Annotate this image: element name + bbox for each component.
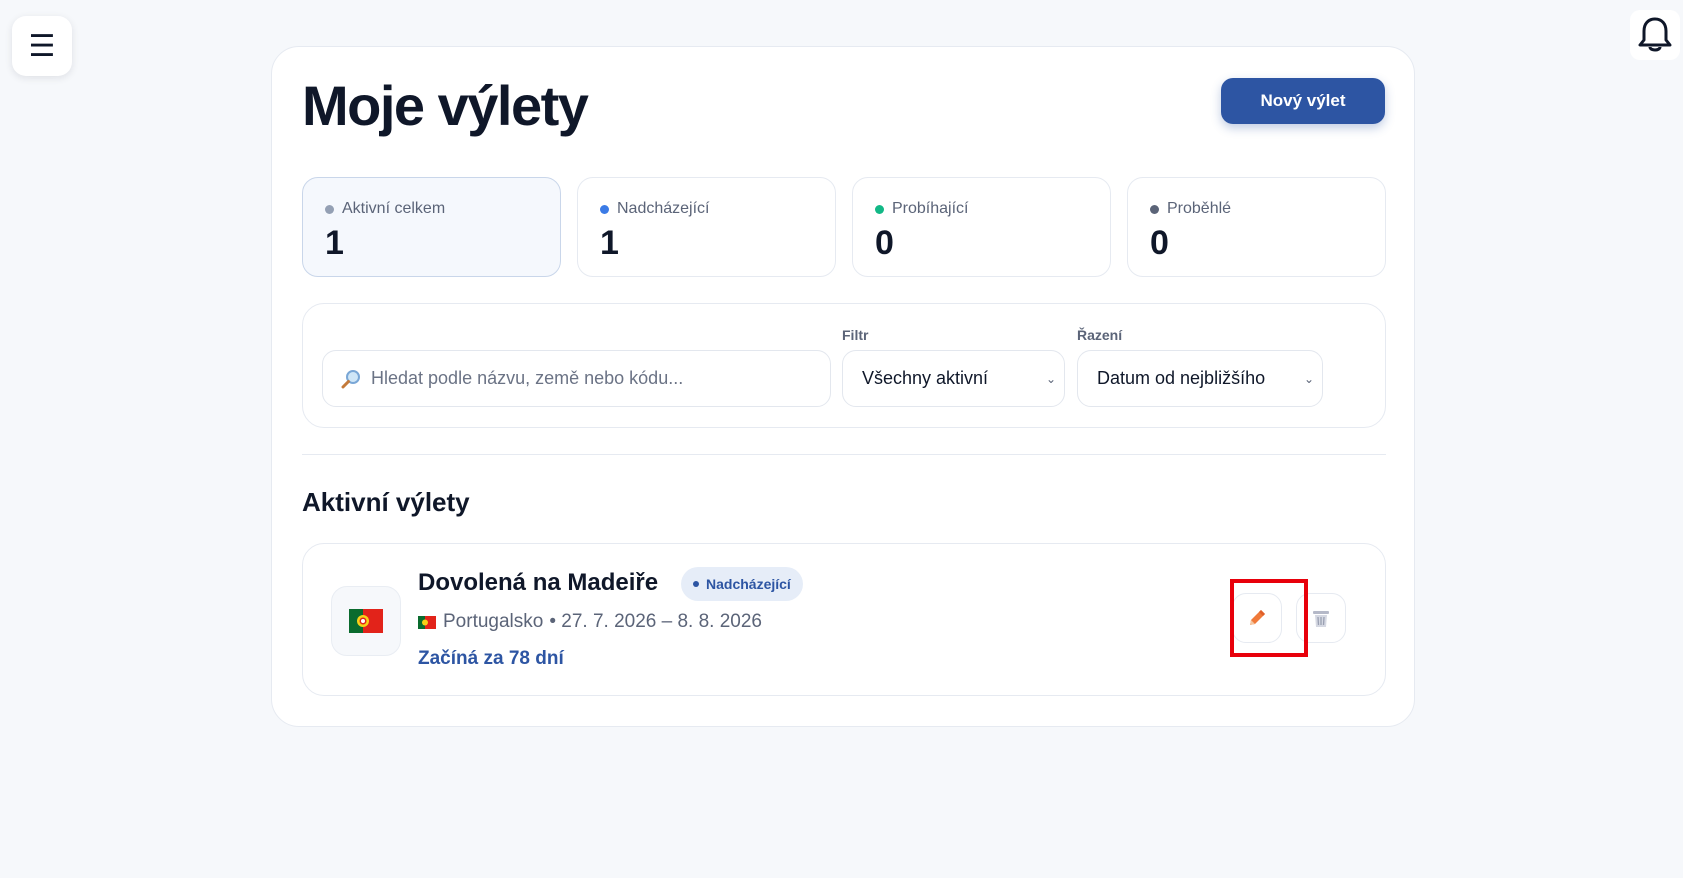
stat-value: 0 bbox=[1150, 224, 1169, 262]
menu-button[interactable]: ☰ bbox=[12, 16, 72, 76]
chevron-down-icon: ⌄ bbox=[1045, 371, 1056, 386]
search-box[interactable] bbox=[322, 350, 831, 407]
trip-dates: • 27. 7. 2026 – 8. 8. 2026 bbox=[549, 611, 762, 632]
magnifier-icon bbox=[341, 369, 361, 389]
trip-flag-tile bbox=[331, 586, 401, 656]
filter-select-value: Všechny aktivní bbox=[862, 368, 989, 388]
bell-icon bbox=[1638, 17, 1672, 52]
stat-value: 0 bbox=[875, 224, 894, 262]
filter-bar: Filtr Všechny aktivní ⌄ Řazení Datum od … bbox=[302, 303, 1386, 428]
status-badge-label: Nadcházející bbox=[706, 576, 791, 592]
stat-label: Nadcházející bbox=[617, 200, 710, 217]
filter-label: Filtr bbox=[842, 327, 869, 343]
status-dot-icon bbox=[875, 204, 884, 214]
trip-countdown: Začíná za 78 dní bbox=[418, 648, 564, 669]
stat-card-upcoming[interactable]: Nadcházející 1 bbox=[577, 177, 836, 277]
stat-label: Proběhlé bbox=[1167, 200, 1232, 217]
sort-select-value: Datum od nejbližšího bbox=[1097, 368, 1266, 388]
filter-select[interactable]: Všechny aktivní ⌄ bbox=[842, 350, 1065, 407]
stat-card-active-total[interactable]: Aktivní celkem 1 bbox=[302, 177, 561, 277]
sort-label: Řazení bbox=[1077, 327, 1123, 343]
status-dot-icon bbox=[693, 581, 699, 587]
notifications-button[interactable] bbox=[1630, 10, 1680, 60]
highlight-box bbox=[1230, 579, 1308, 657]
stat-card-ongoing[interactable]: Probíhající 0 bbox=[852, 177, 1111, 277]
stat-label: Aktivní celkem bbox=[342, 200, 446, 217]
sort-select[interactable]: Datum od nejbližšího ⌄ bbox=[1077, 350, 1323, 407]
stat-value: 1 bbox=[325, 224, 344, 262]
chevron-down-icon: ⌄ bbox=[1303, 371, 1314, 386]
trip-country: Portugalsko bbox=[443, 611, 544, 632]
trip-name[interactable]: Dovolená na Madeiře bbox=[418, 569, 658, 597]
trash-icon bbox=[1313, 611, 1329, 627]
portugal-flag-icon bbox=[418, 615, 436, 629]
portugal-flag-icon bbox=[349, 609, 383, 633]
stats-row: Aktivní celkem 1 Nadcházející 1 Probíhaj… bbox=[302, 177, 1386, 277]
search-input[interactable] bbox=[371, 368, 791, 389]
status-badge: Nadcházející bbox=[681, 567, 803, 601]
stat-value: 1 bbox=[600, 224, 619, 262]
status-dot-icon bbox=[1150, 204, 1159, 214]
page-title: Moje výlety bbox=[302, 74, 589, 137]
hamburger-icon: ☰ bbox=[28, 29, 56, 63]
stat-label: Probíhající bbox=[892, 200, 969, 217]
status-dot-icon bbox=[600, 204, 609, 214]
trip-card[interactable]: Dovolená na Madeiře Nadcházející Portuga… bbox=[302, 543, 1386, 696]
new-trip-button[interactable]: Nový výlet bbox=[1221, 78, 1385, 124]
trip-meta: Portugalsko • 27. 7. 2026 – 8. 8. 2026 bbox=[418, 611, 762, 633]
stat-card-past[interactable]: Proběhlé 0 bbox=[1127, 177, 1386, 277]
section-title: Aktivní výlety bbox=[302, 487, 470, 517]
section-divider bbox=[302, 454, 1386, 455]
status-dot-icon bbox=[325, 204, 334, 214]
